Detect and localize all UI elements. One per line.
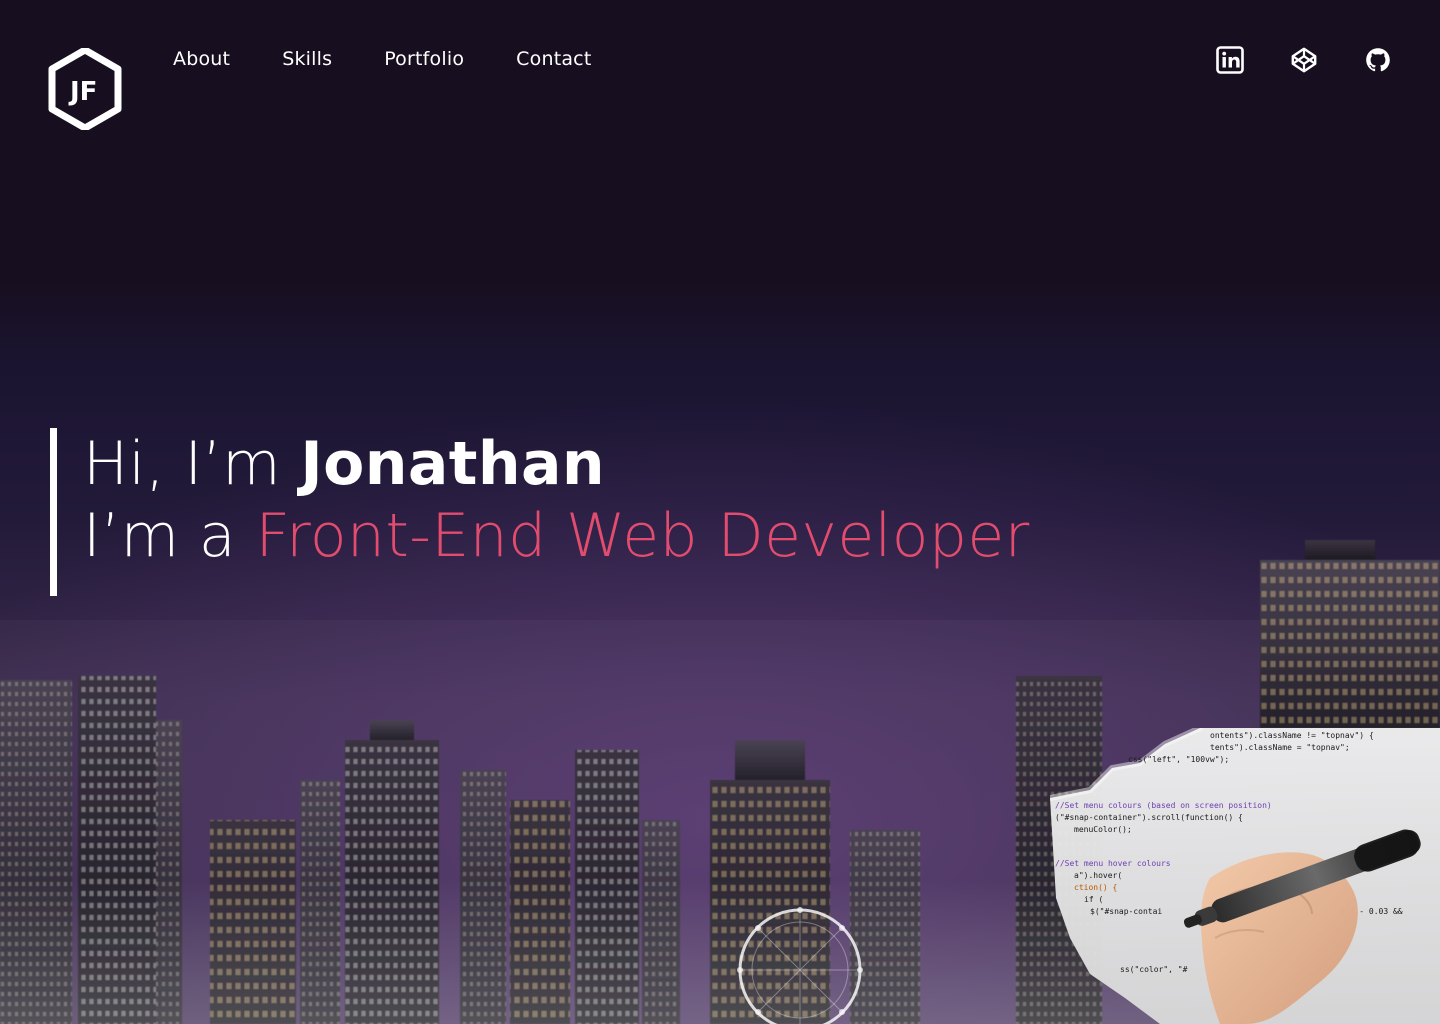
logo[interactable]: JF — [48, 48, 122, 130]
github-icon[interactable] — [1364, 46, 1392, 74]
code-comment: //Set menu colours (based on screen posi… — [1055, 801, 1272, 810]
nav-link-contact[interactable]: Contact — [516, 48, 591, 70]
code-writing-illustration: ontents").className != "topnav") { tents… — [1050, 728, 1440, 1024]
hero-role-line: I’m a Front-End Web Developer — [83, 500, 1030, 572]
code-line: ("#snap-container").scroll(function() { — [1055, 813, 1243, 822]
mid-left-towers — [210, 720, 570, 1024]
code-line: ction() { — [1074, 883, 1117, 892]
logo-text: JF — [68, 77, 97, 107]
right-towers — [1016, 540, 1440, 1024]
codepen-icon[interactable] — [1290, 46, 1318, 74]
nav-link-skills[interactable]: Skills — [282, 48, 332, 70]
code-comment: //Set menu hover colours — [1055, 859, 1171, 868]
main-nav: About Skills Portfolio Contact — [173, 48, 591, 70]
hero-heading: Hi, I’m Jonathan I’m a Front-End Web Dev… — [50, 428, 1030, 596]
hero-name: Jonathan — [300, 429, 605, 499]
code-line: ss("color", "# — [1120, 965, 1188, 974]
top-navigation: JF About Skills Portfolio Contact — [0, 0, 1440, 130]
nav-link-portfolio[interactable]: Portfolio — [384, 48, 464, 70]
left-towers — [0, 676, 182, 1024]
linkedin-icon[interactable] — [1216, 46, 1244, 74]
code-line: $("#snap-contai — [1090, 907, 1162, 916]
center-towers — [575, 740, 920, 1024]
code-line: ontents").className != "topnav") { — [1210, 731, 1374, 740]
page: ontents").className != "topnav") { tents… — [0, 0, 1440, 1024]
code-line: tents").className = "topnav"; — [1210, 743, 1350, 752]
code-line: menuColor(); — [1074, 825, 1132, 834]
hero-role-prefix: I’m a — [83, 501, 256, 571]
code-line: > 1 - 0.03 && — [1340, 907, 1403, 916]
ferris-wheel — [737, 907, 863, 1024]
social-links — [1216, 46, 1392, 74]
code-line: a").hover( — [1074, 871, 1122, 880]
hero-greeting-prefix: Hi, I’m — [83, 429, 301, 499]
hero-greeting-line: Hi, I’m Jonathan — [83, 428, 1030, 500]
nav-link-about[interactable]: About — [173, 48, 230, 70]
code-line: css("left", "100vw"); — [1128, 755, 1229, 764]
hero-role: Front-End Web Developer — [255, 501, 1030, 571]
code-line: if ( — [1084, 895, 1103, 904]
